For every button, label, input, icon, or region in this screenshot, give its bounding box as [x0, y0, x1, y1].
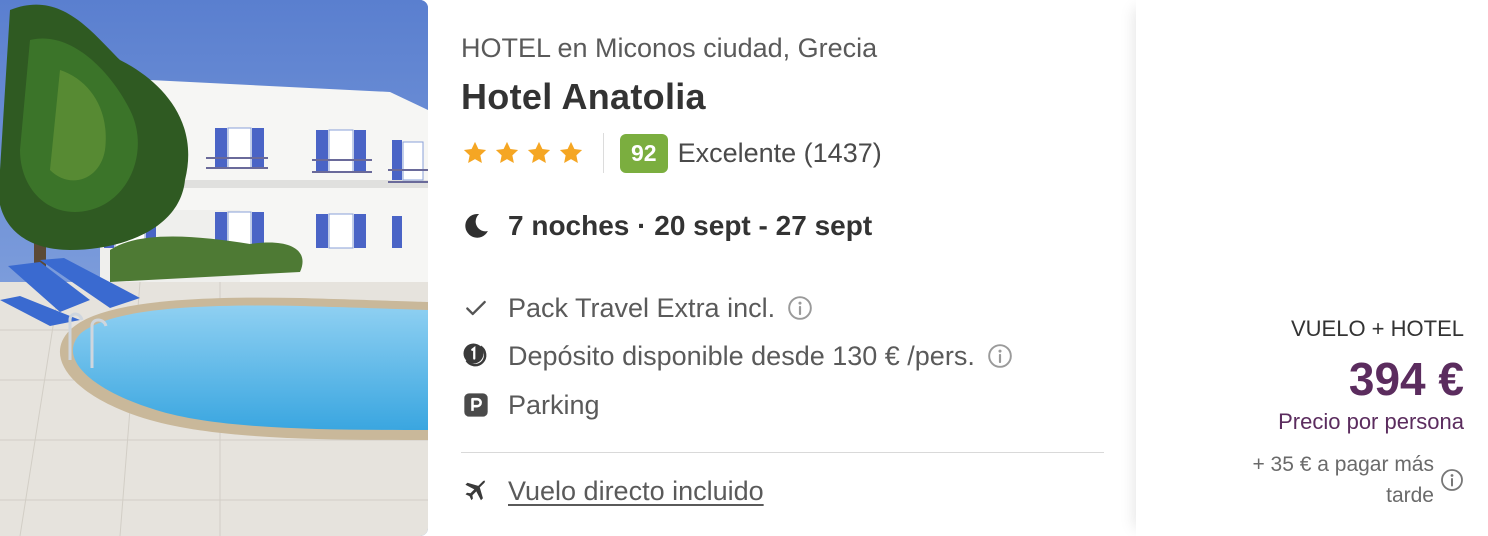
info-icon[interactable] — [987, 343, 1013, 369]
extra-fee-text: + 35 € a pagar más tarde — [1252, 453, 1434, 507]
star-icon — [495, 141, 519, 164]
price-panel[interactable]: VUELO + HOTEL 394 € Precio por persona +… — [1136, 0, 1488, 536]
extra-fee-row: + 35 € a pagar más tarde — [1214, 449, 1464, 511]
price-amount: 394 € — [1348, 353, 1464, 405]
parking-icon — [461, 390, 491, 420]
deposit-icon — [461, 341, 491, 371]
star-rating — [461, 139, 585, 167]
info-icon[interactable] — [787, 295, 813, 321]
stay-dates: 7 noches · 20 sept - 27 sept — [508, 210, 873, 241]
hotel-info: HOTEL en Miconos ciudad, Grecia Hotel An… — [461, 0, 1111, 536]
section-divider — [461, 452, 1104, 453]
star-icon — [527, 141, 551, 164]
feature-parking: Parking — [461, 387, 600, 423]
hotel-category-location: HOTEL en Miconos ciudad, Grecia — [461, 33, 878, 63]
feature-pack-travel: Pack Travel Extra incl. — [461, 290, 813, 326]
star-icon — [463, 141, 487, 164]
review-score-badge: 92 — [620, 133, 668, 173]
feature-label: Depósito disponible desde 130 € /pers. — [508, 340, 975, 371]
hotel-card[interactable]: HOTEL en Miconos ciudad, Grecia Hotel An… — [0, 0, 1488, 536]
direct-flight-link[interactable]: Vuelo directo incluido — [508, 476, 764, 507]
stay-duration: 7 noches · 20 sept - 27 sept — [461, 210, 872, 242]
moon-icon — [465, 213, 488, 238]
star-icon — [559, 141, 583, 164]
plane-icon — [461, 476, 491, 506]
hotel-name[interactable]: Hotel Anatolia — [461, 76, 706, 118]
price-per-person-label: Precio por persona — [1278, 409, 1464, 434]
rating-divider — [603, 133, 604, 173]
check-icon — [461, 293, 491, 323]
feature-deposit: Depósito disponible desde 130 € /pers. — [461, 338, 1013, 374]
info-icon[interactable] — [1440, 468, 1464, 492]
package-type-label: VUELO + HOTEL — [1290, 316, 1464, 341]
rating-row: 92 Excelente (1437) — [461, 132, 882, 174]
feature-label: Pack Travel Extra incl. — [508, 292, 776, 323]
feature-label: Parking — [508, 389, 600, 420]
review-score-text[interactable]: Excelente (1437) — [678, 138, 882, 169]
flight-row: Vuelo directo incluido — [461, 472, 764, 510]
hotel-photo[interactable] — [0, 0, 428, 536]
